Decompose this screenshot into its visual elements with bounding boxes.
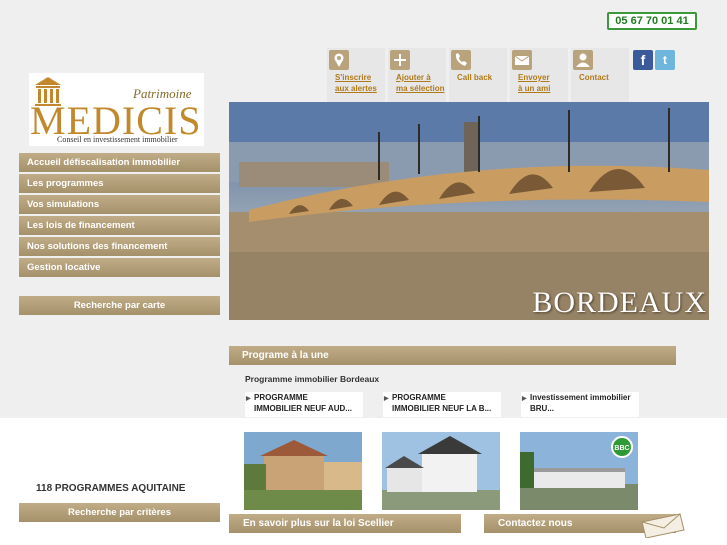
logo-tagline: Conseil en investissement immobilier <box>57 135 178 144</box>
mail-icon <box>512 50 532 70</box>
menu-item-rental[interactable]: Gestion locative <box>19 258 220 277</box>
bbc-badge: BBC <box>611 436 633 458</box>
nav-selection-label[interactable]: Ajouter à ma sélection <box>396 72 444 94</box>
featured-section-title: Programe à la une <box>229 346 676 365</box>
menu-item-simulations[interactable]: Vos simulations <box>19 195 220 214</box>
program-title-2[interactable]: PROGRAMME IMMOBILIER NEUF LA B... <box>383 392 501 417</box>
nav-contact[interactable]: Contact <box>571 48 629 102</box>
menu-item-home[interactable]: Accueil défiscalisation immobilier <box>19 153 220 172</box>
program-count: 118 PROGRAMMES AQUITAINE <box>36 483 186 494</box>
envelope-icon <box>641 513 685 538</box>
logo[interactable]: Patrimoine MEDICIS Conseil en investisse… <box>29 73 204 146</box>
program-title-3[interactable]: Investissement immobilier BRU... <box>521 392 639 417</box>
nav-contact-label[interactable]: Contact <box>579 72 609 83</box>
featured-subtitle: Programme immobilier Bordeaux <box>245 374 380 384</box>
menu-item-programs[interactable]: Les programmes <box>19 174 220 193</box>
nav-send-friend[interactable]: Envoyer à un ami <box>510 48 568 102</box>
nav-alerts-label[interactable]: S'inscrire aux alertes <box>335 72 377 94</box>
program-title-1[interactable]: PROGRAMME IMMOBILIER NEUF AUD... <box>245 392 363 417</box>
top-navigation: S'inscrire aux alertes Ajouter à ma séle… <box>327 48 632 102</box>
program-image-3[interactable]: BBC <box>520 432 638 510</box>
hero-caption: BORDEAUX <box>532 286 707 319</box>
nav-alerts[interactable]: S'inscrire aux alertes <box>327 48 385 102</box>
scellier-link-button[interactable]: En savoir plus sur la loi Scellier <box>229 514 461 533</box>
phone-number[interactable]: 05 67 70 01 41 <box>607 12 697 30</box>
nav-send-friend-label[interactable]: Envoyer à un ami <box>518 72 550 94</box>
plus-icon <box>390 50 410 70</box>
nav-callback[interactable]: Call back <box>449 48 507 102</box>
sidebar-menu: Accueil défiscalisation immobilier Les p… <box>19 153 220 279</box>
facebook-icon[interactable]: f <box>633 50 653 70</box>
menu-item-laws[interactable]: Les lois de financement <box>19 216 220 235</box>
program-image-2[interactable] <box>382 432 500 510</box>
twitter-icon[interactable]: t <box>655 50 675 70</box>
criteria-search-button[interactable]: Recherche par critères <box>19 503 220 522</box>
program-image-1[interactable] <box>244 432 362 510</box>
phone-icon <box>451 50 471 70</box>
nav-callback-label[interactable]: Call back <box>457 72 492 83</box>
map-search-button[interactable]: Recherche par carte <box>19 296 220 315</box>
menu-item-financing[interactable]: Nos solutions des financement <box>19 237 220 256</box>
map-pin-icon <box>329 50 349 70</box>
hero-image: BORDEAUX <box>229 102 709 320</box>
person-icon <box>573 50 593 70</box>
nav-selection[interactable]: Ajouter à ma sélection <box>388 48 446 102</box>
